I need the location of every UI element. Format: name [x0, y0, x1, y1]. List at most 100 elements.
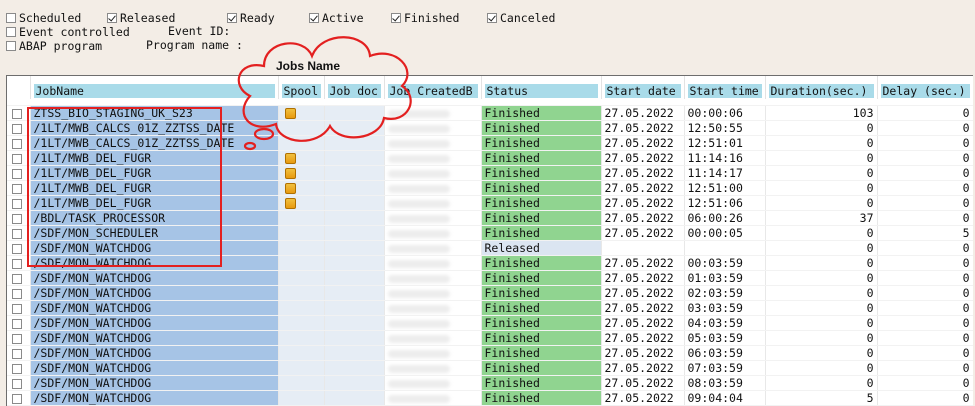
row-select-checkbox[interactable] [7, 271, 30, 286]
table-row[interactable]: /SDF/MON_WATCHDOGFinished27.05.202208:03… [7, 376, 973, 391]
row-checkbox[interactable] [12, 289, 22, 299]
cell-spool[interactable] [278, 346, 324, 361]
col-header-status[interactable]: Status [481, 76, 601, 99]
row-checkbox[interactable] [12, 139, 22, 149]
cell-jobname[interactable]: /SDF/MON_WATCHDOG [30, 271, 278, 286]
table-row[interactable]: /SDF/MON_WATCHDOGFinished27.05.202207:03… [7, 361, 973, 376]
table-row[interactable]: /SDF/MON_WATCHDOGFinished27.05.202203:03… [7, 301, 973, 316]
spool-list-icon[interactable] [285, 198, 296, 209]
table-row[interactable]: /SDF/MON_WATCHDOGFinished27.05.202202:03… [7, 286, 973, 301]
table-row[interactable]: /SDF/MON_WATCHDOGFinished27.05.202209:04… [7, 391, 973, 406]
cell-jobname[interactable]: /SDF/MON_WATCHDOG [30, 331, 278, 346]
row-checkbox[interactable] [12, 199, 22, 209]
filter-checkbox[interactable] [6, 13, 16, 23]
spool-list-icon[interactable] [285, 183, 296, 194]
cell-jobname[interactable]: /SDF/MON_WATCHDOG [30, 301, 278, 316]
row-checkbox[interactable] [12, 334, 22, 344]
cell-spool[interactable] [278, 376, 324, 391]
cell-spool[interactable] [278, 286, 324, 301]
cell-delay: 0 [877, 256, 973, 271]
abap-program-checkbox[interactable] [6, 41, 16, 51]
filter-option-5[interactable]: Canceled [487, 10, 555, 25]
row-select-checkbox[interactable] [7, 286, 30, 301]
cell-spool[interactable] [278, 256, 324, 271]
col-header-starttime[interactable]: Start time [684, 76, 765, 99]
cell-spool[interactable] [278, 301, 324, 316]
row-select-checkbox[interactable] [7, 376, 30, 391]
col-header-duration[interactable]: Duration(sec.) [765, 76, 877, 99]
row-checkbox[interactable] [12, 109, 22, 119]
cell-createdby [384, 166, 481, 181]
row-checkbox[interactable] [12, 169, 22, 179]
row-checkbox[interactable] [12, 319, 22, 329]
cell-duration: 0 [765, 286, 877, 301]
cell-spool[interactable] [278, 271, 324, 286]
cell-jobname[interactable]: /SDF/MON_WATCHDOG [30, 361, 278, 376]
filter-checkbox[interactable] [309, 13, 319, 23]
spool-list-icon[interactable] [285, 168, 296, 179]
cell-spool[interactable] [278, 391, 324, 406]
cell-spool[interactable] [278, 211, 324, 226]
filter-option-1[interactable]: Released [107, 10, 175, 25]
row-checkbox[interactable] [12, 274, 22, 284]
filter-option-0[interactable]: Scheduled [6, 10, 81, 25]
row-checkbox[interactable] [12, 154, 22, 164]
event-controlled-checkbox[interactable] [6, 27, 16, 37]
cell-status: Finished [481, 151, 601, 166]
cell-jobname[interactable]: /SDF/MON_WATCHDOG [30, 346, 278, 361]
row-checkbox[interactable] [12, 229, 22, 239]
col-header-startdate[interactable]: Start date [601, 76, 684, 99]
cell-spool[interactable] [278, 181, 324, 196]
row-checkbox[interactable] [12, 184, 22, 194]
filter-option-2[interactable]: Ready [227, 10, 275, 25]
row-select-checkbox[interactable] [7, 301, 30, 316]
cell-starttime: 03:03:59 [684, 301, 765, 316]
row-select-checkbox[interactable] [7, 331, 30, 346]
cell-spool[interactable] [278, 331, 324, 346]
cell-jobname[interactable]: /SDF/MON_WATCHDOG [30, 391, 278, 406]
col-header-delay[interactable]: Delay (sec.) [877, 76, 973, 99]
filter-checkbox[interactable] [391, 13, 401, 23]
cell-createdby [384, 376, 481, 391]
row-select-checkbox[interactable] [7, 391, 30, 406]
row-checkbox[interactable] [12, 379, 22, 389]
cell-spool[interactable] [278, 241, 324, 256]
event-controlled-option[interactable]: Event controlled [6, 24, 130, 39]
row-checkbox[interactable] [12, 244, 22, 254]
cell-startdate: 27.05.2022 [601, 346, 684, 361]
table-row[interactable]: /SDF/MON_WATCHDOGFinished27.05.202201:03… [7, 271, 973, 286]
cell-spool[interactable] [278, 361, 324, 376]
table-row[interactable]: /SDF/MON_WATCHDOGFinished27.05.202205:03… [7, 331, 973, 346]
row-checkbox[interactable] [12, 394, 22, 404]
filter-checkbox[interactable] [107, 13, 117, 23]
table-row[interactable]: /SDF/MON_WATCHDOGFinished27.05.202206:03… [7, 346, 973, 361]
cell-starttime: 02:03:59 [684, 286, 765, 301]
cell-jobname[interactable]: /SDF/MON_WATCHDOG [30, 286, 278, 301]
row-select-checkbox[interactable] [7, 346, 30, 361]
cell-delay: 0 [877, 331, 973, 346]
row-checkbox[interactable] [12, 214, 22, 224]
row-checkbox[interactable] [12, 259, 22, 269]
cell-jobname[interactable]: /SDF/MON_WATCHDOG [30, 316, 278, 331]
abap-program-option[interactable]: ABAP program [6, 38, 102, 53]
filter-option-4[interactable]: Finished [391, 10, 459, 25]
cell-spool[interactable] [278, 196, 324, 211]
table-row[interactable]: /SDF/MON_WATCHDOGFinished27.05.202204:03… [7, 316, 973, 331]
cell-jobname[interactable]: /SDF/MON_WATCHDOG [30, 376, 278, 391]
row-select-checkbox[interactable] [7, 361, 30, 376]
filter-option-3[interactable]: Active [309, 10, 364, 25]
row-checkbox[interactable] [12, 124, 22, 134]
cell-delay: 0 [877, 316, 973, 331]
cell-spool[interactable] [278, 316, 324, 331]
cell-duration: 103 [765, 106, 877, 121]
cell-spool[interactable] [278, 166, 324, 181]
row-checkbox[interactable] [12, 349, 22, 359]
row-select-checkbox[interactable] [7, 316, 30, 331]
cell-spool[interactable] [278, 226, 324, 241]
row-checkbox[interactable] [12, 364, 22, 374]
filter-checkbox[interactable] [227, 13, 237, 23]
filter-checkbox[interactable] [487, 13, 497, 23]
row-checkbox[interactable] [12, 304, 22, 314]
cell-status: Finished [481, 361, 601, 376]
table-header-row: JobName Spool Job doc Job CreatedB Statu… [7, 76, 973, 99]
